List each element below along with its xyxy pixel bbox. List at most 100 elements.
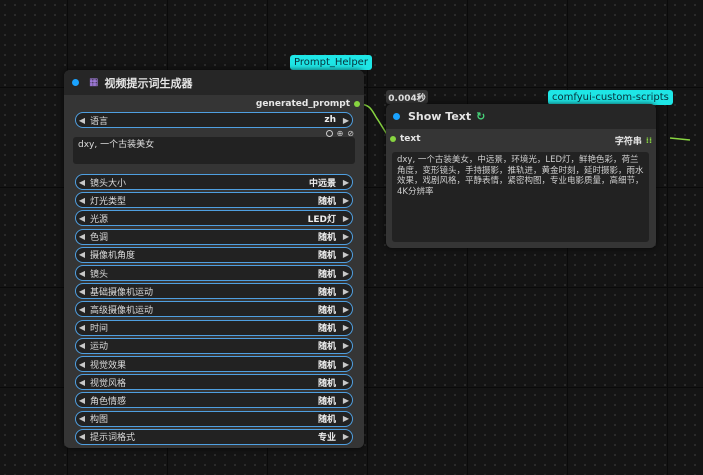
arrow-right-icon[interactable]: ▶ bbox=[340, 214, 352, 223]
arrow-left-icon[interactable]: ◀ bbox=[76, 178, 88, 187]
output-label-2: 字符串 bbox=[614, 137, 642, 147]
option-select[interactable]: ◀ 角色情感 随机 ▶ bbox=[75, 392, 353, 409]
arrow-right-icon[interactable]: ▶ bbox=[340, 378, 352, 387]
option-select[interactable]: ◀ 色调 随机 ▶ bbox=[75, 228, 353, 245]
arrow-right-icon[interactable]: ▶ bbox=[340, 250, 352, 259]
option-select[interactable]: ◀ 光源 LED灯 ▶ bbox=[75, 210, 353, 227]
node-status-dot-2 bbox=[393, 113, 400, 120]
arrow-right-icon[interactable]: ▶ bbox=[340, 432, 352, 441]
widget-label: 色调 bbox=[90, 233, 109, 244]
widget-value: 专业 bbox=[317, 433, 336, 444]
option-select[interactable]: ◀ 摄像机角度 随机 ▶ bbox=[75, 246, 353, 263]
arrow-left-icon[interactable]: ◀ bbox=[76, 414, 88, 423]
input-dot[interactable] bbox=[390, 136, 396, 142]
arrow-left-icon[interactable]: ◀ bbox=[76, 269, 88, 278]
widget-label: 角色情感 bbox=[90, 396, 127, 407]
arrow-left-icon[interactable]: ◀ bbox=[76, 305, 88, 314]
option-select[interactable]: ◀ 镜头大小 中远景 ▶ bbox=[75, 174, 353, 190]
node-title-bar-2[interactable]: Show Text ↻ bbox=[386, 104, 656, 129]
widget-label: 光源 bbox=[90, 214, 109, 225]
circle-icon[interactable] bbox=[325, 130, 333, 137]
widget-value: 随机 bbox=[317, 233, 336, 244]
language-select[interactable]: ◀ 语言 zh ▶ bbox=[75, 112, 353, 128]
show-text-node[interactable]: Show Text ↻ text 字符串 ⁞⁞ dxy, 一个古装美女，中远景，… bbox=[386, 104, 656, 248]
widget-label: 视觉风格 bbox=[90, 378, 127, 389]
option-select[interactable]: ◀ 运动 随机 ▶ bbox=[75, 337, 353, 354]
widget-label: 镜头 bbox=[90, 269, 109, 280]
node-source-badge-2: comfyui-custom-scripts bbox=[548, 90, 673, 105]
widget-value: 随机 bbox=[317, 342, 336, 353]
widget-value: 随机 bbox=[317, 415, 336, 426]
link-icon: ↻ bbox=[476, 110, 486, 123]
widget-label: 运动 bbox=[90, 342, 109, 353]
arrow-left-icon[interactable]: ◀ bbox=[76, 116, 88, 125]
arrow-left-icon[interactable]: ◀ bbox=[76, 360, 88, 369]
widget-label: 构图 bbox=[90, 415, 109, 426]
arrow-left-icon[interactable]: ◀ bbox=[76, 196, 88, 205]
option-select[interactable]: ◀ 高级摄像机运动 随机 ▶ bbox=[75, 301, 353, 318]
widget-value: 随机 bbox=[317, 305, 336, 316]
node-title-bar[interactable]: ▦ 视频提示词生成器 bbox=[64, 70, 364, 95]
input-slot-text[interactable]: text bbox=[390, 134, 421, 144]
option-select[interactable]: ◀ 构图 随机 ▶ bbox=[75, 410, 353, 427]
arrow-right-icon[interactable]: ▶ bbox=[340, 232, 352, 241]
widget-value: zh bbox=[324, 115, 336, 125]
node-status-dot bbox=[72, 79, 79, 86]
widget-label: 基础摄像机运动 bbox=[90, 287, 154, 298]
option-select[interactable]: ◀ 灯光类型 随机 ▶ bbox=[75, 192, 353, 209]
widget-label: 摄像机角度 bbox=[90, 251, 136, 262]
widget-value: 随机 bbox=[317, 196, 336, 207]
node-title-2: Show Text bbox=[408, 110, 472, 123]
arrow-right-icon[interactable]: ▶ bbox=[340, 269, 352, 278]
option-select[interactable]: ◀ 提示词格式 专业 ▶ bbox=[75, 428, 353, 445]
option-select[interactable]: ◀ 时间 随机 ▶ bbox=[75, 319, 353, 336]
arrow-left-icon[interactable]: ◀ bbox=[76, 378, 88, 387]
widget-label: 镜头大小 bbox=[90, 178, 127, 189]
output-dot[interactable] bbox=[354, 101, 360, 107]
arrow-left-icon[interactable]: ◀ bbox=[76, 323, 88, 332]
option-select[interactable]: ◀ 视觉效果 随机 ▶ bbox=[75, 356, 353, 372]
arrow-right-icon[interactable]: ▶ bbox=[340, 323, 352, 332]
widget-label: 时间 bbox=[90, 324, 109, 335]
widget-value: 随机 bbox=[317, 360, 336, 371]
widget-label: 提示词格式 bbox=[90, 433, 136, 444]
arrow-right-icon[interactable]: ▶ bbox=[340, 305, 352, 314]
arrow-right-icon[interactable]: ▶ bbox=[340, 287, 352, 296]
arrow-right-icon[interactable]: ▶ bbox=[340, 196, 352, 205]
film-icon: ▦ bbox=[89, 77, 99, 88]
widget-label: 视觉效果 bbox=[90, 360, 127, 371]
arrow-right-icon[interactable]: ▶ bbox=[340, 360, 352, 369]
prompt-textarea[interactable]: dxy, 一个古装美女 bbox=[73, 137, 355, 164]
widget-value: 随机 bbox=[317, 251, 336, 262]
node-source-badge: Prompt_Helper bbox=[290, 55, 372, 70]
arrow-left-icon[interactable]: ◀ bbox=[76, 232, 88, 241]
arrow-right-icon[interactable]: ▶ bbox=[340, 341, 352, 350]
widget-value: 随机 bbox=[317, 396, 336, 407]
widget-label: 高级摄像机运动 bbox=[90, 305, 154, 316]
execution-time-label: 0.004秒 bbox=[386, 90, 428, 104]
widget-value: 随机 bbox=[317, 269, 336, 280]
show-text-textarea[interactable]: dxy, 一个古装美女，中远景，环境光，LED灯，鲜艳色彩，荷兰角度，变形镜头，… bbox=[392, 152, 649, 242]
arrow-right-icon[interactable]: ▶ bbox=[340, 116, 352, 125]
output-slot-generated-prompt[interactable]: generated_prompt bbox=[256, 99, 360, 109]
widget-value: 随机 bbox=[317, 324, 336, 335]
arrow-right-icon[interactable]: ▶ bbox=[340, 178, 352, 187]
arrow-left-icon[interactable]: ◀ bbox=[76, 287, 88, 296]
output-slot-string[interactable]: 字符串 ⁞⁞ bbox=[615, 134, 652, 147]
output-label: generated_prompt bbox=[255, 99, 350, 109]
option-select[interactable]: ◀ 镜头 随机 ▶ bbox=[75, 265, 353, 281]
widget-label: 灯光类型 bbox=[90, 196, 127, 207]
option-select[interactable]: ◀ 视觉风格 随机 ▶ bbox=[75, 374, 353, 391]
arrow-right-icon[interactable]: ▶ bbox=[340, 414, 352, 423]
arrow-left-icon[interactable]: ◀ bbox=[76, 396, 88, 405]
arrow-right-icon[interactable]: ▶ bbox=[340, 396, 352, 405]
video-prompt-generator-node[interactable]: ▦ 视频提示词生成器 generated_prompt ◀ 语言 zh ▶ ⊕ … bbox=[64, 70, 364, 448]
grid-output-icon[interactable]: ⁞⁞ bbox=[646, 136, 652, 145]
arrow-left-icon[interactable]: ◀ bbox=[76, 432, 88, 441]
arrow-left-icon[interactable]: ◀ bbox=[76, 214, 88, 223]
widget-value: LED灯 bbox=[307, 214, 336, 225]
option-select[interactable]: ◀ 基础摄像机运动 随机 ▶ bbox=[75, 283, 353, 300]
widget-value: 随机 bbox=[317, 287, 336, 298]
arrow-left-icon[interactable]: ◀ bbox=[76, 341, 88, 350]
arrow-left-icon[interactable]: ◀ bbox=[76, 250, 88, 259]
